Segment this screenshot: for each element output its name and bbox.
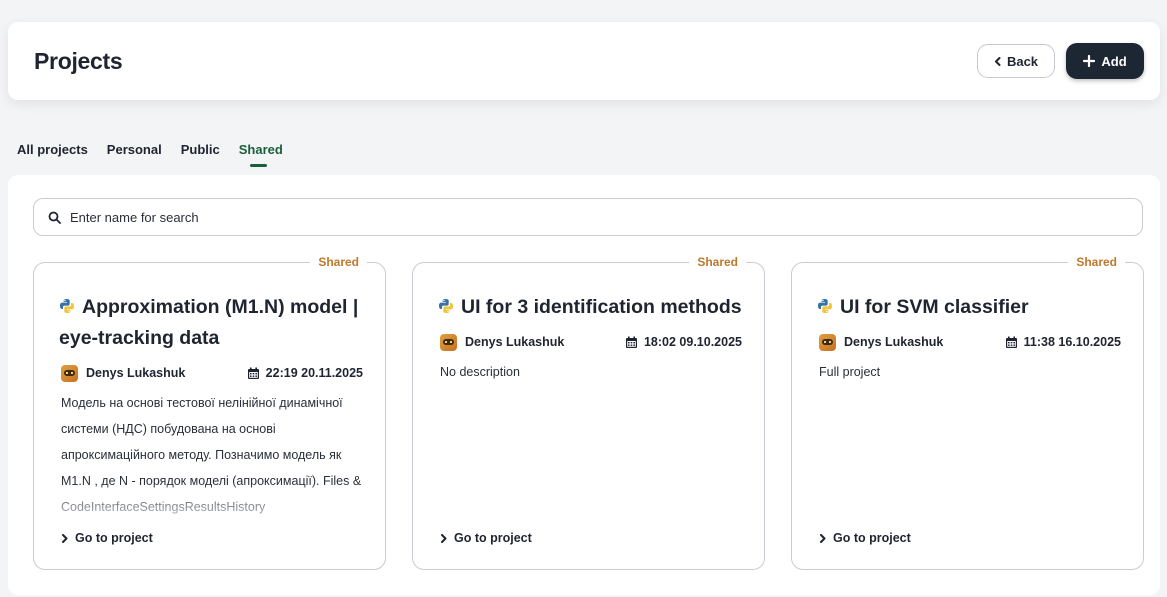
project-tabs: All projects Personal Public Shared: [17, 142, 283, 168]
author-name: Denys Lukashuk: [465, 335, 565, 349]
card-meta: Denys Lukashuk 18:02 09.10.2025: [440, 332, 742, 352]
go-to-project-label: Go to project: [454, 531, 532, 545]
created-date: 22:19 20.11.2025: [247, 366, 363, 380]
project-title-text: UI for 3 identification methods: [461, 296, 742, 318]
search-box[interactable]: [33, 198, 1143, 236]
go-to-project-label: Go to project: [75, 531, 153, 545]
calendar-icon: [1005, 336, 1017, 348]
tab-personal[interactable]: Personal: [107, 142, 162, 166]
project-title-text: UI for SVM classifier: [840, 296, 1029, 318]
back-button-label: Back: [1006, 53, 1039, 69]
author-name: Denys Lukashuk: [86, 366, 186, 380]
add-button[interactable]: Add: [1066, 43, 1144, 79]
date-text: 18:02 09.10.2025: [643, 335, 742, 349]
search-icon: [48, 211, 61, 224]
add-button-label: Add: [1101, 53, 1127, 69]
page-title: Projects: [34, 48, 123, 74]
project-title[interactable]: Approximation (M1.N) model | eye-trackin…: [59, 292, 369, 354]
avatar: [61, 364, 78, 382]
avatar: [440, 333, 457, 351]
card-meta: Denys Lukashuk 22:19 20.11.2025: [61, 363, 363, 383]
chevron-left-icon: [994, 56, 1001, 66]
tab-shared[interactable]: Shared: [239, 142, 283, 167]
go-to-project-link[interactable]: Go to project: [440, 531, 532, 545]
shared-badge: Shared: [1068, 255, 1125, 269]
project-description: Модель на основі тестової нелінійної дин…: [61, 396, 362, 514]
calendar-icon: [247, 367, 259, 379]
chevron-right-icon: [441, 533, 447, 543]
date-text: 11:38 16.10.2025: [1023, 335, 1121, 349]
project-description: No description: [440, 365, 520, 379]
project-card[interactable]: Shared UI for SVM classifier Denys Lukas…: [791, 255, 1144, 570]
go-to-project-label: Go to project: [833, 531, 911, 545]
search-input[interactable]: [70, 209, 1070, 225]
python-icon: [818, 299, 832, 313]
created-date: 18:02 09.10.2025: [625, 335, 742, 349]
shared-badge: Shared: [689, 255, 746, 269]
python-icon: [60, 299, 74, 313]
projects-panel: Shared Approximation (M1.N) model | eye-…: [8, 175, 1160, 595]
author-name: Denys Lukashuk: [844, 335, 944, 349]
go-to-project-link[interactable]: Go to project: [819, 531, 911, 545]
calendar-icon: [625, 336, 637, 348]
page-header: Projects Back Add: [8, 22, 1160, 100]
author: Denys Lukashuk: [61, 364, 186, 382]
back-button[interactable]: Back: [977, 44, 1055, 78]
project-title[interactable]: UI for 3 identification methods: [438, 292, 748, 323]
author: Denys Lukashuk: [819, 333, 944, 351]
shared-badge: Shared: [310, 255, 367, 269]
date-text: 22:19 20.11.2025: [265, 366, 363, 380]
project-title[interactable]: UI for SVM classifier: [817, 292, 1127, 323]
chevron-right-icon: [62, 533, 68, 543]
avatar: [819, 333, 836, 351]
project-description: Full project: [819, 365, 881, 379]
chevron-right-icon: [820, 533, 826, 543]
project-title-text: Approximation (M1.N) model | eye-trackin…: [59, 296, 359, 349]
project-card[interactable]: Shared UI for 3 identification methods D…: [412, 255, 765, 570]
python-icon: [439, 299, 453, 313]
author: Denys Lukashuk: [440, 333, 565, 351]
go-to-project-link[interactable]: Go to project: [61, 531, 153, 545]
tab-public[interactable]: Public: [181, 142, 220, 166]
created-date: 11:38 16.10.2025: [1005, 335, 1121, 349]
project-card[interactable]: Shared Approximation (M1.N) model | eye-…: [33, 255, 386, 570]
plus-icon: [1083, 55, 1096, 67]
tab-all-projects[interactable]: All projects: [17, 142, 88, 166]
card-meta: Denys Lukashuk 11:38 16.10.2025: [819, 332, 1121, 352]
